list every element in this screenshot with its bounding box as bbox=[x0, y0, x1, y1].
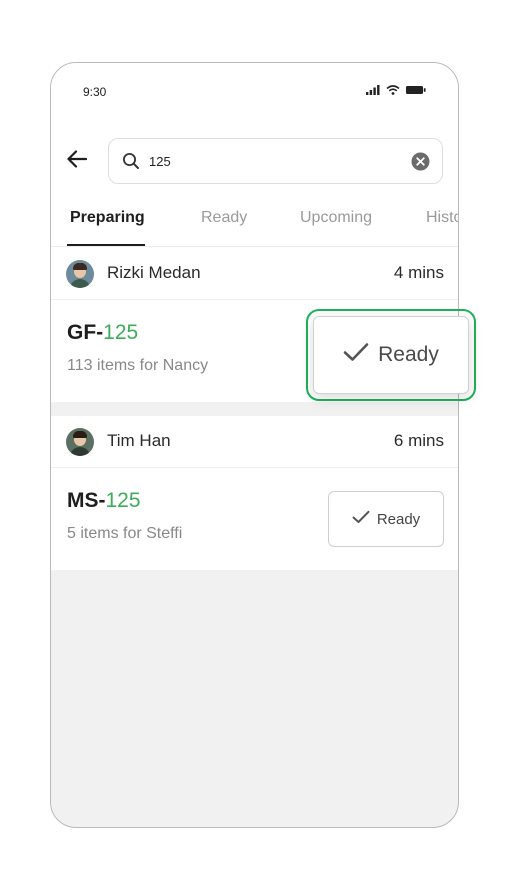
ready-button-label: Ready bbox=[376, 510, 421, 528]
order-id-number: 125 bbox=[103, 321, 139, 344]
order-tabs: Preparing Ready Upcoming Histo bbox=[51, 199, 458, 247]
customer-name: Tim Han bbox=[107, 431, 171, 450]
order-id: MS-125 bbox=[67, 489, 141, 513]
app-header: 9:30 125 Preparing Ready Upcoming Hist bbox=[51, 63, 458, 248]
tab-upcoming[interactable]: Upcoming bbox=[300, 209, 372, 227]
order-card: Tim Han 6 mins MS-125 5 items for Steffi… bbox=[51, 416, 458, 570]
status-bar: 9:30 bbox=[51, 63, 458, 123]
order-summary: 5 items for Steffi bbox=[67, 525, 183, 542]
customer-name: Rizki Medan bbox=[107, 263, 201, 282]
wifi-icon bbox=[386, 85, 400, 95]
search-icon bbox=[122, 152, 140, 175]
search-input[interactable] bbox=[149, 151, 389, 171]
check-icon bbox=[343, 342, 369, 368]
tab-history[interactable]: Histo bbox=[426, 209, 458, 227]
phone-frame: 9:30 125 Preparing Ready Upcoming Hist R… bbox=[50, 62, 459, 828]
avatar bbox=[66, 260, 94, 288]
arrow-left-icon bbox=[67, 149, 88, 173]
ready-button-highlight: Ready bbox=[306, 309, 476, 401]
status-icons bbox=[366, 85, 426, 95]
search-box[interactable] bbox=[108, 138, 443, 184]
tab-preparing[interactable]: Preparing bbox=[70, 209, 145, 227]
ready-button-label: Ready bbox=[378, 343, 439, 366]
avatar bbox=[66, 428, 94, 456]
order-summary: 113 items for Nancy bbox=[67, 357, 209, 374]
order-card-body[interactable]: MS-125 5 items for Steffi Ready bbox=[51, 468, 458, 570]
search-row bbox=[51, 138, 458, 186]
order-card-header: Rizki Medan 4 mins bbox=[51, 248, 458, 300]
order-id-number: 125 bbox=[105, 489, 141, 512]
elapsed-time: 6 mins bbox=[393, 431, 444, 450]
back-button[interactable] bbox=[65, 148, 89, 174]
ready-button[interactable]: Ready bbox=[313, 316, 469, 394]
order-id-prefix: MS- bbox=[67, 489, 106, 512]
status-time: 9:30 bbox=[83, 85, 107, 99]
tab-ready[interactable]: Ready bbox=[201, 209, 247, 227]
order-id: GF-125 bbox=[67, 321, 138, 345]
clear-icon[interactable] bbox=[411, 152, 430, 176]
elapsed-time: 4 mins bbox=[393, 263, 444, 282]
signal-icon bbox=[366, 85, 380, 95]
battery-icon bbox=[406, 85, 426, 95]
tab-indicator bbox=[67, 244, 145, 246]
ready-button[interactable]: Ready bbox=[328, 491, 444, 547]
check-icon bbox=[352, 510, 370, 528]
order-list: Rizki Medan 4 mins GF-125 113 items for … bbox=[51, 248, 458, 570]
order-id-prefix: GF- bbox=[67, 321, 104, 344]
order-card-header: Tim Han 6 mins bbox=[51, 416, 458, 468]
